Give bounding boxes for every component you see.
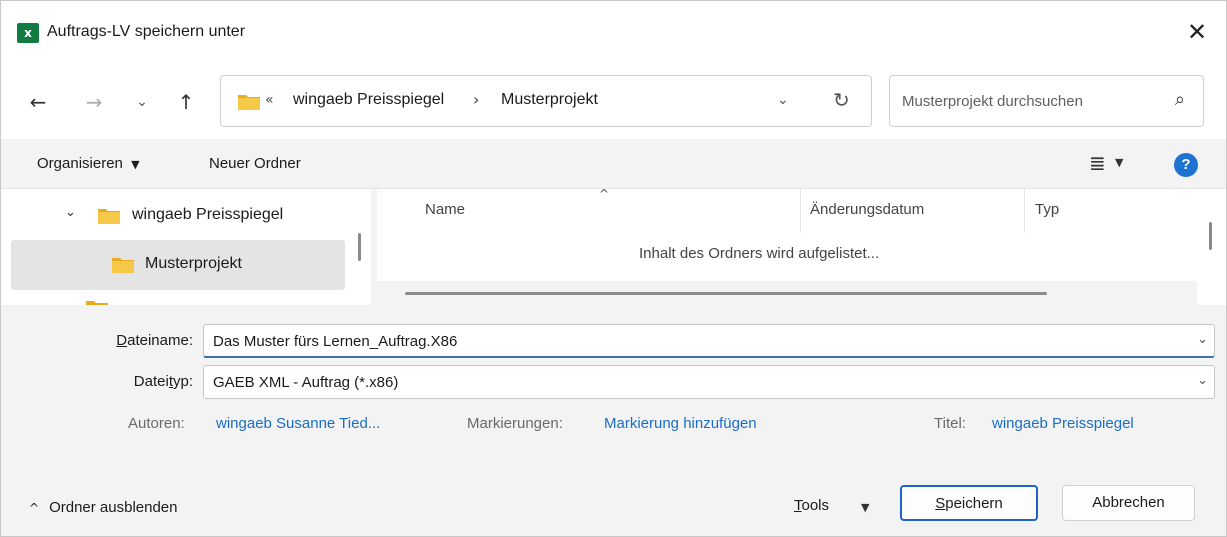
address-overflow-icon[interactable]: « <box>265 92 274 108</box>
filetype-value: GAEB XML - Auftrag (*.x86) <box>213 374 399 391</box>
column-separator[interactable] <box>800 189 801 233</box>
back-arrow-icon[interactable]: ← <box>23 87 53 117</box>
folder-icon <box>98 209 120 224</box>
breadcrumb-musterprojekt[interactable]: Musterprojekt <box>501 91 598 109</box>
forward-arrow-icon[interactable]: → <box>79 87 109 117</box>
filename-history-chevron-icon[interactable]: ⌄ <box>1197 332 1208 347</box>
title-bar: x Auftrags-LV speichern unter ✕ <box>1 1 1226 67</box>
filetype-dropdown-chevron-icon[interactable]: ⌄ <box>1197 373 1208 388</box>
title-label: Titel: <box>934 415 966 432</box>
tree-item-label: wingaeb Preisspiegel <box>132 206 284 223</box>
tree-item-wingaeb-preisspiegel[interactable]: ⌄ wingaeb Preisspiegel <box>1 191 346 241</box>
filetype-select[interactable]: GAEB XML - Auftrag (*.x86) ⌄ <box>203 365 1215 399</box>
breadcrumb-separator-icon[interactable]: › <box>473 90 479 109</box>
folder-loading-status: Inhalt des Ordners wird aufgelistet... <box>639 245 880 262</box>
file-list: Name ^ Änderungsdatum Typ Inhalt des Ord… <box>377 189 1226 305</box>
view-dropdown-icon[interactable]: ▼ <box>1115 156 1123 169</box>
search-box: ⌕ <box>889 75 1204 127</box>
collapse-chevron-icon: ^ <box>29 501 40 515</box>
help-icon[interactable]: ? <box>1174 153 1198 177</box>
filetype-label: Dateityp: <box>133 373 193 390</box>
column-header-type[interactable]: Typ <box>1035 201 1059 218</box>
horizontal-scroll-thumb[interactable] <box>405 292 1047 295</box>
search-input[interactable] <box>902 76 1152 126</box>
dialog-title: Auftrags-LV speichern unter <box>47 23 246 40</box>
command-bar: Organisieren ▼ Neuer Ordner ≣ ▼ ? <box>1 139 1226 189</box>
save-button[interactable]: Speichern <box>900 485 1038 521</box>
recent-locations-chevron-icon[interactable]: ⌄ <box>127 87 157 117</box>
save-options-area: Dateiname: Das Muster fürs Lernen_Auftra… <box>1 305 1226 465</box>
address-history-chevron-icon[interactable]: ⌄ <box>777 92 789 108</box>
column-separator[interactable] <box>1024 189 1025 233</box>
tree-item-musterprojekt[interactable]: Musterprojekt <box>11 240 345 290</box>
excel-icon: x <box>17 23 43 43</box>
tools-dropdown-icon[interactable]: ▼ <box>861 501 869 514</box>
file-list-vertical-scrollbar[interactable] <box>1209 222 1212 250</box>
file-list-horizontal-scrollbar <box>377 281 1197 305</box>
organize-dropdown-icon: ▼ <box>131 158 140 171</box>
close-button[interactable]: ✕ <box>1182 17 1212 47</box>
filename-value[interactable]: Das Muster fürs Lernen_Auftrag.X86 <box>213 333 457 350</box>
navigation-row: ← → ⌄ ↑ « wingaeb Preisspiegel › Musterp… <box>1 67 1226 139</box>
view-options-icon[interactable]: ≣ <box>1089 151 1106 175</box>
cancel-button[interactable]: Abbrechen <box>1062 485 1195 521</box>
folder-icon <box>112 258 134 273</box>
sort-ascending-icon: ^ <box>599 189 610 201</box>
navigation-pane: ⌄ wingaeb Preisspiegel Musterprojekt <box>1 189 371 305</box>
folder-icon <box>238 95 260 110</box>
column-header-date-modified[interactable]: Änderungsdatum <box>810 201 924 218</box>
add-tag-link[interactable]: Markierung hinzufügen <box>604 415 757 432</box>
hide-folders-toggle[interactable]: ^ Ordner ausblenden <box>29 499 178 516</box>
tags-label: Markierungen: <box>467 415 563 432</box>
expand-chevron-icon[interactable]: ⌄ <box>65 205 76 220</box>
breadcrumb-wingaeb-preisspiegel[interactable]: wingaeb Preisspiegel <box>293 91 444 109</box>
column-header-name[interactable]: Name <box>425 201 465 218</box>
up-arrow-icon[interactable]: ↑ <box>171 87 201 117</box>
new-folder-button[interactable]: Neuer Ordner <box>209 155 301 172</box>
title-value-link[interactable]: wingaeb Preisspiegel <box>992 415 1134 432</box>
refresh-icon[interactable]: ↻ <box>833 88 850 112</box>
authors-label: Autoren: <box>128 415 185 432</box>
organize-menu-button[interactable]: Organisieren ▼ <box>37 155 140 172</box>
authors-value-link[interactable]: wingaeb Susanne Tied... <box>216 415 380 432</box>
filename-label: Dateiname: <box>116 332 193 349</box>
tools-menu-button[interactable]: Tools <box>794 497 829 514</box>
filename-field[interactable]: Das Muster fürs Lernen_Auftrag.X86 ⌄ <box>203 324 1215 358</box>
navigation-pane-scrollbar[interactable] <box>358 233 361 261</box>
address-bar[interactable]: « wingaeb Preisspiegel › Musterprojekt ⌄… <box>220 75 872 127</box>
search-icon[interactable]: ⌕ <box>1175 89 1185 110</box>
save-as-dialog: x Auftrags-LV speichern unter ✕ ← → ⌄ ↑ … <box>0 0 1227 537</box>
dialog-footer: ^ Ordner ausblenden Tools ▼ Speichern Abb… <box>1 465 1226 536</box>
tree-item-label: Musterprojekt <box>145 255 242 272</box>
